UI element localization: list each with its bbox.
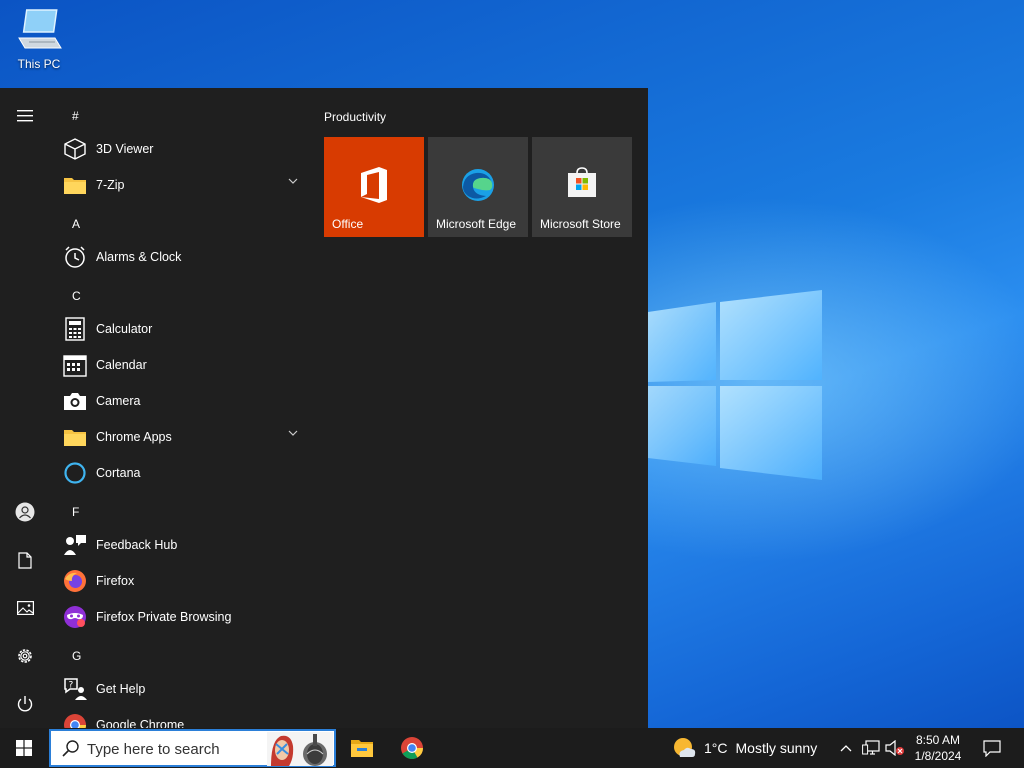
computer-icon — [18, 9, 62, 49]
network-button[interactable] — [860, 728, 882, 768]
cortana-ring-icon — [62, 460, 88, 486]
firefox-private-icon — [62, 604, 88, 630]
tiles-area: Productivity Office Microsoft Edge Micro… — [312, 88, 648, 728]
document-icon — [18, 551, 32, 569]
app-chrome-apps-folder[interactable]: Chrome Apps — [62, 421, 310, 453]
app-3d-viewer[interactable]: 3D Viewer — [62, 133, 310, 165]
app-7-zip-folder[interactable]: 7-Zip — [62, 169, 310, 201]
weather-temperature: 1°C — [704, 740, 728, 756]
app-get-help[interactable]: ? Get Help — [62, 673, 310, 705]
weather-description: Mostly sunny — [735, 740, 818, 756]
start-button[interactable] — [0, 728, 48, 768]
pictures-icon — [16, 601, 34, 615]
taskbar-search-box[interactable] — [49, 729, 336, 767]
start-menu: # 3D Viewer 7-Zip A Alarms & Clock C Cal… — [0, 88, 648, 728]
network-icon — [862, 740, 880, 755]
user-account-icon — [15, 502, 35, 522]
tile-microsoft-edge[interactable]: Microsoft Edge — [428, 137, 528, 237]
app-calendar[interactable]: Calendar — [62, 349, 310, 381]
camera-icon — [62, 388, 88, 414]
store-icon — [568, 167, 596, 197]
start-rail — [0, 88, 50, 728]
letter-header-c[interactable]: C — [72, 289, 81, 303]
tile-microsoft-store[interactable]: Microsoft Store — [532, 137, 632, 237]
tiles-group-heading[interactable]: Productivity — [324, 110, 386, 124]
feedback-icon — [62, 532, 88, 558]
letter-header-f[interactable]: F — [72, 505, 79, 519]
app-feedback-hub[interactable]: Feedback Hub — [62, 529, 310, 561]
taskbar-file-explorer[interactable] — [338, 728, 386, 768]
show-hidden-icons-button[interactable] — [836, 728, 856, 768]
taskbar-clock[interactable]: 8:50 AM 1/8/2024 — [904, 732, 972, 764]
hamburger-icon — [17, 110, 33, 122]
help-icon: ? — [62, 676, 88, 702]
chrome-icon — [401, 737, 423, 759]
app-google-chrome[interactable]: Google Chrome — [62, 709, 310, 728]
chevron-down-icon — [288, 178, 298, 184]
documents-button[interactable] — [5, 540, 45, 580]
desktop-icon-this-pc[interactable]: This PC — [12, 8, 66, 71]
search-highlight-illustration — [267, 732, 333, 766]
windows-wallpaper-logo — [648, 290, 822, 480]
app-alarms-clock[interactable]: Alarms & Clock — [62, 241, 310, 273]
app-firefox-private-browsing[interactable]: Firefox Private Browsing — [62, 601, 310, 633]
search-input[interactable] — [87, 738, 257, 760]
power-icon — [17, 696, 33, 712]
firefox-icon — [62, 568, 88, 594]
app-camera[interactable]: Camera — [62, 385, 310, 417]
app-list: # 3D Viewer 7-Zip A Alarms & Clock C Cal… — [50, 88, 312, 728]
svg-text:?: ? — [69, 681, 74, 691]
calendar-icon — [62, 352, 88, 378]
taskbar-google-chrome[interactable] — [388, 728, 436, 768]
pictures-button[interactable] — [5, 588, 45, 628]
chevron-up-icon — [840, 745, 852, 752]
chrome-icon — [62, 712, 88, 728]
volume-muted-icon — [885, 740, 904, 756]
account-button[interactable] — [5, 492, 45, 532]
file-explorer-icon — [351, 740, 373, 757]
action-center-button[interactable] — [978, 728, 1006, 768]
expand-menu-button[interactable] — [5, 96, 45, 136]
calculator-icon — [62, 316, 88, 342]
partly-sunny-icon — [674, 738, 696, 757]
settings-button[interactable] — [5, 636, 45, 676]
volume-button[interactable] — [884, 728, 906, 768]
tile-office[interactable]: Office — [324, 137, 424, 237]
taskbar: 1°C Mostly sunny 8:50 AM 1/8/2024 — [0, 728, 1024, 768]
power-button[interactable] — [5, 684, 45, 724]
app-calculator[interactable]: Calculator — [62, 313, 310, 345]
clock-date: 1/8/2024 — [914, 749, 962, 763]
folder-icon — [62, 172, 88, 198]
clock-icon — [62, 244, 88, 270]
letter-header-g[interactable]: G — [72, 649, 81, 663]
chevron-down-icon — [288, 430, 298, 436]
app-firefox[interactable]: Firefox — [62, 565, 310, 597]
gear-icon — [18, 649, 32, 663]
cube-icon — [62, 136, 88, 162]
letter-header-hash[interactable]: # — [72, 109, 79, 123]
folder-icon — [62, 424, 88, 450]
notification-icon — [983, 739, 1001, 757]
letter-header-a[interactable]: A — [72, 217, 80, 231]
search-icon — [62, 740, 79, 757]
office-icon — [361, 167, 387, 203]
app-cortana[interactable]: Cortana — [62, 457, 310, 489]
windows-logo-icon — [16, 740, 32, 756]
clock-time: 8:50 AM — [915, 733, 961, 747]
desktop-icon-label: This PC — [17, 57, 61, 71]
weather-widget[interactable]: 1°C Mostly sunny — [672, 728, 817, 768]
edge-icon — [462, 169, 494, 201]
